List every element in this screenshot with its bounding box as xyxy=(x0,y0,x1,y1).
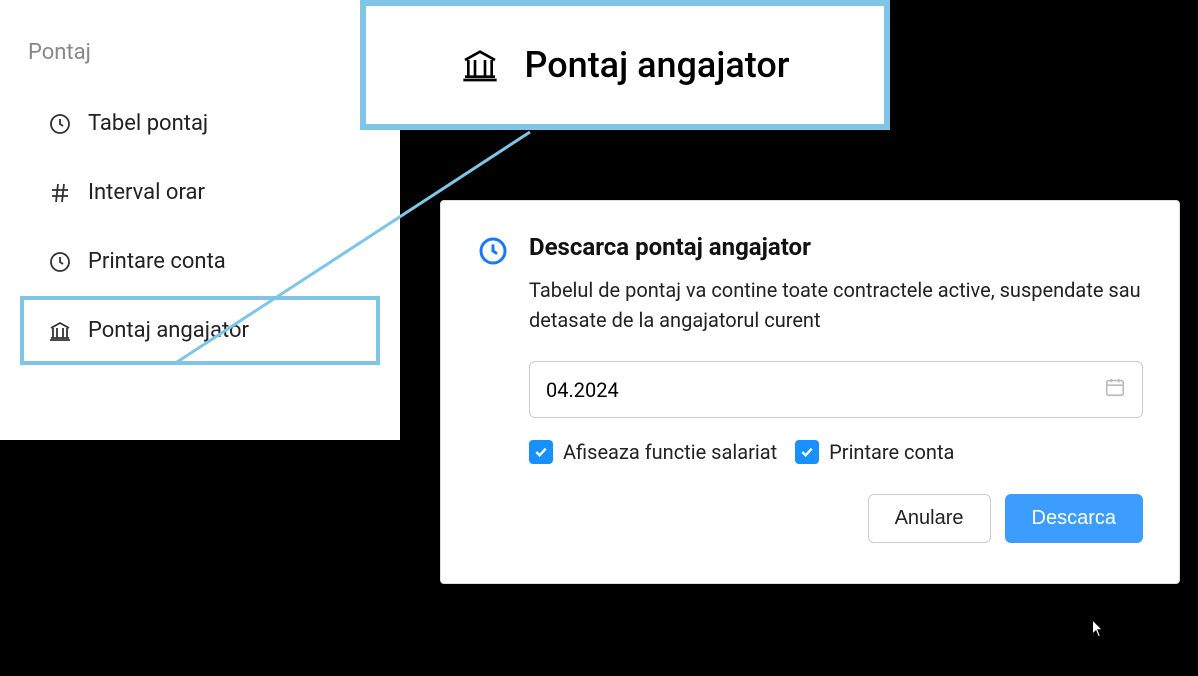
modal-description: Tabelul de pontaj va contine toate contr… xyxy=(529,275,1143,335)
checkbox-functie-salariat[interactable]: Afiseaza functie salariat xyxy=(529,440,777,464)
cursor-pointer-icon xyxy=(1083,616,1111,644)
sidebar-item-interval-orar[interactable]: Interval orar xyxy=(0,158,400,227)
cancel-button[interactable]: Anulare xyxy=(868,494,991,543)
clock-icon xyxy=(477,235,509,267)
callout-title: Pontaj angajator xyxy=(524,44,789,86)
download-button[interactable]: Descarca xyxy=(1005,494,1143,543)
checkbox-row: Afiseaza functie salariat Printare conta xyxy=(529,440,1143,464)
sidebar-item-label: Pontaj angajator xyxy=(88,318,249,343)
bank-icon xyxy=(460,45,500,85)
checkbox-label: Afiseaza functie salariat xyxy=(563,440,777,464)
checkbox-checked-icon xyxy=(795,440,819,464)
download-modal: Descarca pontaj angajator Tabelul de pon… xyxy=(440,200,1180,584)
sidebar-item-pontaj-angajator[interactable]: Pontaj angajator xyxy=(20,296,380,365)
sidebar-item-label: Printare conta xyxy=(88,249,226,274)
checkbox-label: Printare conta xyxy=(829,440,954,464)
sidebar-item-label: Tabel pontaj xyxy=(88,111,208,136)
sidebar-item-printare-conta[interactable]: Printare conta xyxy=(0,227,400,296)
date-value: 04.2024 xyxy=(546,378,619,402)
callout-header: Pontaj angajator xyxy=(360,0,890,130)
checkbox-printare-conta[interactable]: Printare conta xyxy=(795,440,954,464)
modal-title: Descarca pontaj angajator xyxy=(529,233,1143,261)
hash-icon xyxy=(48,181,72,205)
calendar-icon xyxy=(1104,376,1126,403)
clock-history-icon xyxy=(48,112,72,136)
checkbox-checked-icon xyxy=(529,440,553,464)
date-picker[interactable]: 04.2024 xyxy=(529,361,1143,418)
bank-icon xyxy=(48,319,72,343)
sidebar-section-title: Pontaj xyxy=(0,40,400,89)
sidebar-item-tabel-pontaj[interactable]: Tabel pontaj xyxy=(0,89,400,158)
sidebar-item-label: Interval orar xyxy=(88,180,205,205)
modal-footer: Anulare Descarca xyxy=(529,494,1143,543)
sidebar: Pontaj Tabel pontaj Interval orar Printa… xyxy=(0,0,400,440)
clock-icon xyxy=(48,250,72,274)
